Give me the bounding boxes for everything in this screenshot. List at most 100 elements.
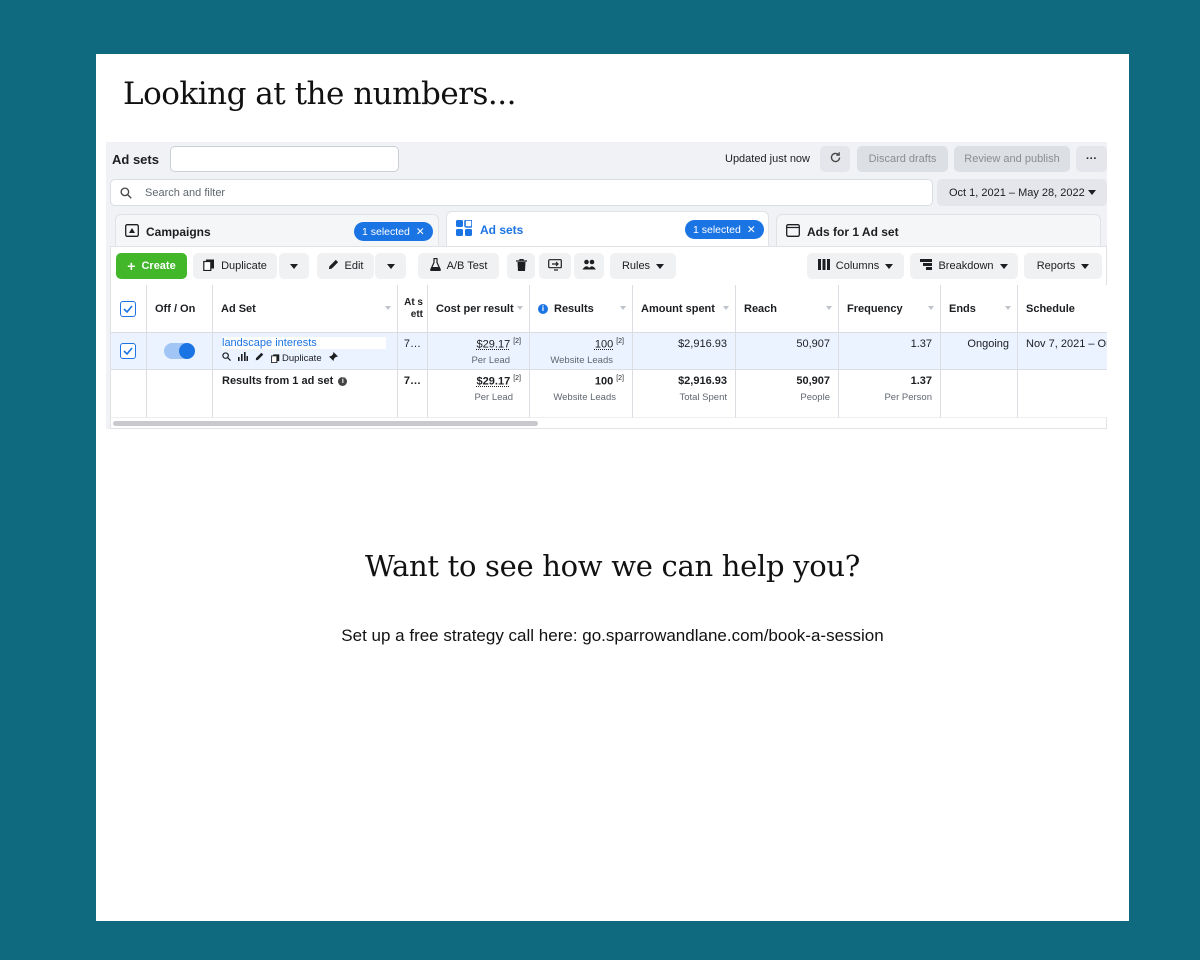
- create-button[interactable]: + Create: [116, 253, 187, 279]
- sort-icon: [620, 306, 626, 310]
- close-icon[interactable]: ✕: [747, 224, 756, 236]
- header-frequency-label: Frequency: [847, 302, 903, 315]
- select-all-checkbox[interactable]: [120, 301, 136, 317]
- ad-set-name-link[interactable]: landscape interests: [222, 337, 386, 349]
- review-publish-button[interactable]: Review and publish: [954, 146, 1070, 172]
- columns-label: Columns: [835, 260, 880, 272]
- chevron-down-icon: [656, 263, 665, 269]
- view-icon[interactable]: [222, 352, 231, 364]
- flask-icon: [429, 257, 441, 274]
- checkmark-icon: [123, 305, 133, 313]
- summary-amount-sub: Total Spent: [679, 392, 727, 403]
- summary-label: Results from 1 ad set i: [222, 375, 348, 387]
- row-results-note: [2]: [616, 338, 624, 345]
- summary-results-note: [2]: [616, 375, 624, 382]
- row-checkbox[interactable]: [120, 343, 136, 359]
- summary-ends-cell: [941, 370, 1018, 418]
- row-select[interactable]: [111, 333, 147, 370]
- cta-text: Set up a free strategy call here: go.spa…: [341, 626, 884, 645]
- header-results[interactable]: i Results: [530, 285, 633, 333]
- row-cost-sub: Per Lead: [471, 355, 510, 366]
- header-frequency[interactable]: Frequency: [839, 285, 941, 333]
- ad-sets-panel: + Create Duplicate Edit A/B Test Rules C…: [110, 246, 1107, 429]
- summary-cost-note: [2]: [513, 375, 521, 382]
- duplicate-button[interactable]: Duplicate: [193, 253, 277, 279]
- selected-badge[interactable]: 1 selected ✕: [685, 220, 764, 239]
- reports-button[interactable]: Reports: [1024, 253, 1102, 279]
- header-cost-per-result[interactable]: Cost per result: [428, 285, 530, 333]
- chevron-down-icon: [386, 263, 395, 269]
- cta-heading: Want to see how we can help you?: [364, 549, 861, 583]
- header-ends[interactable]: Ends: [941, 285, 1018, 333]
- row-results-cell: 100 [2] Website Leads: [530, 333, 633, 370]
- info-icon[interactable]: i: [338, 376, 348, 386]
- tab-ads[interactable]: Ads for 1 Ad set: [776, 214, 1101, 246]
- search-placeholder: Search and filter: [145, 187, 226, 199]
- header-ad-set[interactable]: Ad Set: [213, 285, 398, 333]
- header-schedule[interactable]: Schedule: [1018, 285, 1107, 333]
- duplicate-dropdown-button[interactable]: [279, 253, 309, 279]
- header-attribution[interactable]: At sett: [398, 285, 428, 333]
- sort-icon: [928, 306, 934, 310]
- rules-button[interactable]: Rules: [610, 253, 676, 279]
- summary-label-cell: Results from 1 ad set i: [213, 370, 398, 418]
- summary-toggle-cell: [147, 370, 213, 418]
- refresh-icon: [829, 151, 842, 167]
- breakdown-button[interactable]: Breakdown: [910, 253, 1018, 279]
- name-field[interactable]: [170, 146, 399, 172]
- columns-button[interactable]: Columns: [807, 253, 904, 279]
- chart-icon[interactable]: [238, 352, 248, 364]
- duplicate-label: Duplicate: [221, 260, 267, 272]
- checkmark-icon: [123, 347, 133, 355]
- summary-cost-cell: $29.17 [2] Per Lead: [428, 370, 530, 418]
- row-duplicate-button[interactable]: Duplicate: [271, 353, 322, 364]
- date-range-picker[interactable]: Oct 1, 2021 – May 28, 2022: [937, 179, 1107, 206]
- slide-title: Looking at the numbers...: [123, 76, 517, 112]
- edit-dropdown-button[interactable]: [375, 253, 406, 279]
- breakdown-icon: [920, 259, 933, 273]
- more-options-button[interactable]: ···: [1076, 146, 1107, 172]
- toolbar: + Create Duplicate Edit A/B Test Rules C…: [111, 247, 1106, 285]
- chevron-down-icon: [1088, 190, 1096, 195]
- toggle-knob[interactable]: [179, 343, 195, 359]
- selected-badge[interactable]: 1 selected ✕: [354, 222, 433, 241]
- row-cost: $29.17 [2]: [477, 338, 521, 351]
- summary-amount-value: $2,916.93: [678, 375, 727, 387]
- search-input[interactable]: Search and filter: [110, 179, 933, 206]
- summary-cost-sub: Per Lead: [474, 392, 513, 403]
- header-reach[interactable]: Reach: [736, 285, 839, 333]
- horizontal-scrollbar[interactable]: [113, 421, 538, 426]
- summary-attribution: 7…: [398, 370, 428, 418]
- pin-icon[interactable]: [328, 352, 338, 364]
- pencil-icon: [328, 259, 339, 273]
- pencil-icon[interactable]: [255, 352, 264, 364]
- summary-frequency-cell: 1.37 Per Person: [839, 370, 941, 418]
- rules-label: Rules: [621, 260, 651, 272]
- create-label: Create: [141, 260, 176, 272]
- replace-button[interactable]: [539, 253, 571, 279]
- header-amount-spent[interactable]: Amount spent: [633, 285, 736, 333]
- ad-icon: [786, 224, 800, 240]
- tab-ad-sets[interactable]: Ad sets 1 selected ✕: [446, 211, 769, 246]
- delete-button[interactable]: [507, 253, 535, 279]
- people-icon: [582, 259, 596, 273]
- summary-schedule-cell: [1018, 370, 1107, 418]
- header-reach-label: Reach: [744, 302, 778, 315]
- summary-frequency-value: 1.37: [910, 375, 932, 387]
- date-range-label: Oct 1, 2021 – May 28, 2022: [949, 186, 1085, 199]
- header-select-all[interactable]: [111, 285, 147, 333]
- close-icon[interactable]: ✕: [416, 226, 425, 238]
- tab-campaigns[interactable]: Campaigns 1 selected ✕: [115, 214, 439, 246]
- breakdown-label: Breakdown: [938, 260, 994, 272]
- header-results-label: Results: [554, 302, 594, 315]
- discard-drafts-button[interactable]: Discard drafts: [857, 146, 948, 172]
- edit-button[interactable]: Edit: [317, 253, 374, 279]
- sort-icon: [723, 306, 729, 310]
- row-frequency-cell: 1.37: [839, 333, 941, 370]
- summary-select: [111, 370, 147, 418]
- audience-button[interactable]: [574, 253, 604, 279]
- ab-test-button[interactable]: A/B Test: [418, 253, 499, 279]
- header-toggle[interactable]: Off / On: [147, 285, 213, 333]
- sort-icon: [517, 306, 523, 310]
- refresh-button[interactable]: [820, 146, 850, 172]
